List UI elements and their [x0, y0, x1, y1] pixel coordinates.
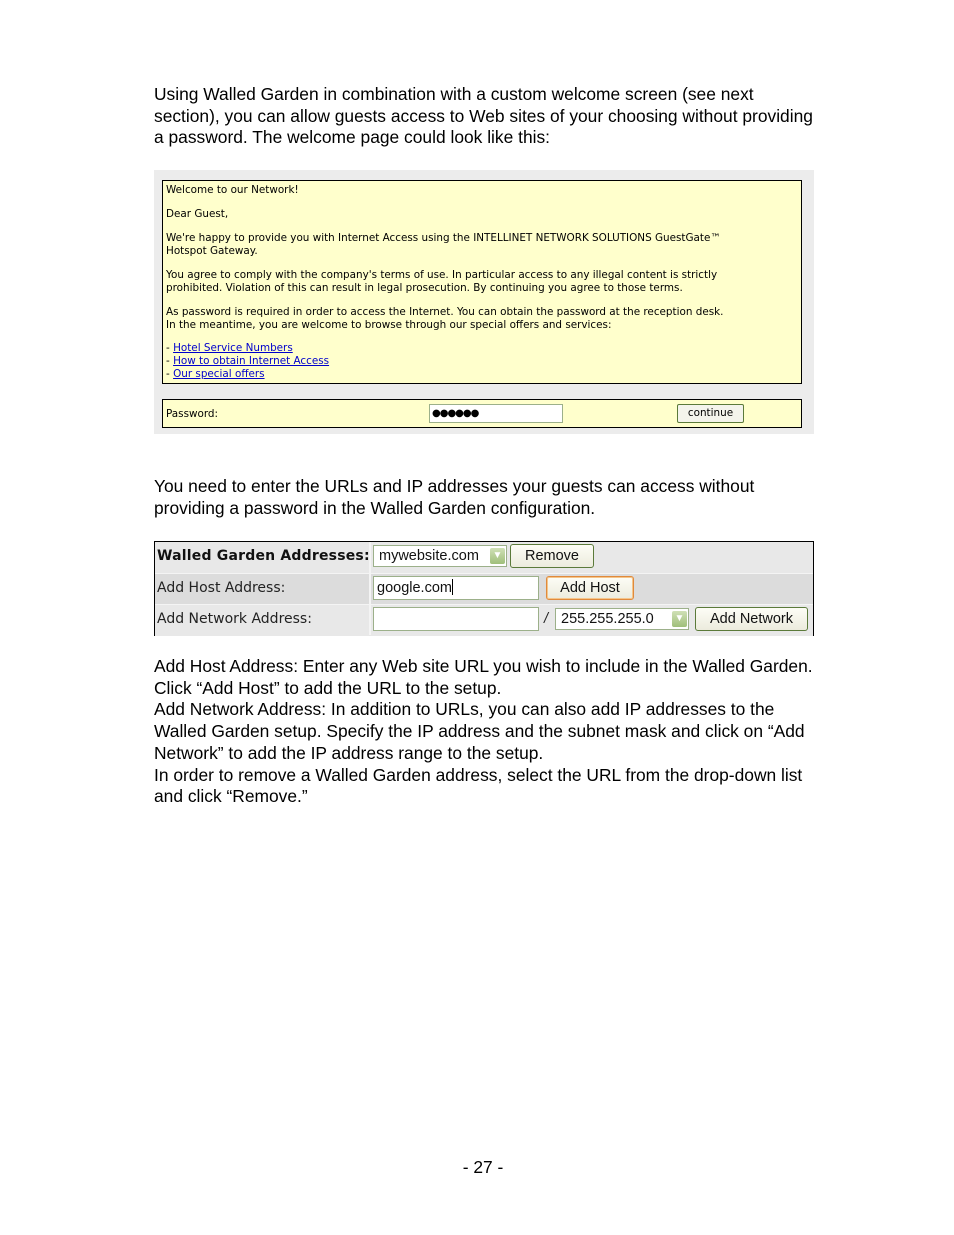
walled-garden-config-table: Walled Garden Addresses: mywebsite.com ▼… — [154, 541, 814, 636]
add-host-button[interactable]: Add Host — [546, 576, 634, 600]
subnet-separator: / — [544, 611, 549, 627]
hotel-service-numbers-link[interactable]: Hotel Service Numbers — [173, 342, 293, 354]
welcome-links-list: - Hotel Service Numbers - How to obtain … — [166, 342, 798, 381]
intro-paragraph: Using Walled Garden in combination with … — [154, 84, 813, 148]
add-host-row: Add Host Address: google.com Add Host — [155, 573, 813, 605]
text-cursor — [451, 579, 453, 595]
welcome-heading: Welcome to our Network! — [166, 184, 299, 196]
welcome-body-password: As password is required in order to acce… — [166, 306, 724, 331]
link-bullet: - — [166, 368, 174, 380]
host-address-input[interactable]: google.com — [373, 576, 539, 600]
add-network-label: Add Network Address: — [157, 611, 312, 627]
network-address-input[interactable] — [373, 607, 539, 631]
list-item: - Our special offers — [166, 368, 798, 381]
selected-subnet-mask: 255.255.255.0 — [561, 611, 654, 627]
walled-garden-addresses-row: Walled Garden Addresses: mywebsite.com ▼… — [155, 542, 813, 573]
obtain-internet-access-link[interactable]: How to obtain Internet Access — [173, 355, 329, 367]
welcome-message-box: Welcome to our Network! Dear Guest, We'r… — [162, 180, 802, 384]
chevron-down-icon[interactable]: ▼ — [672, 611, 687, 627]
welcome-screen-screenshot: Welcome to our Network! Dear Guest, We'r… — [154, 170, 814, 434]
instructions-paragraph: Add Host Address: Enter any Web site URL… — [154, 656, 813, 807]
walled-garden-addresses-label: Walled Garden Addresses: — [157, 548, 370, 564]
welcome-body-intro: We're happy to provide you with Internet… — [166, 232, 721, 257]
selected-address: mywebsite.com — [379, 548, 479, 564]
add-host-label: Add Host Address: — [157, 580, 286, 596]
continue-button[interactable]: continue — [677, 404, 744, 423]
link-bullet: - — [166, 342, 174, 354]
special-offers-link[interactable]: Our special offers — [173, 368, 265, 380]
walled-garden-addresses-select[interactable]: mywebsite.com ▼ — [373, 545, 507, 567]
welcome-body-terms: You agree to comply with the company's t… — [166, 269, 718, 294]
password-row: Password: ●●●●●● continue — [162, 399, 802, 428]
chevron-down-icon[interactable]: ▼ — [490, 548, 505, 564]
list-item: - Hotel Service Numbers — [166, 342, 798, 355]
page-number: - 27 - — [462, 1157, 504, 1177]
host-address-value: google.com — [377, 580, 452, 596]
link-bullet: - — [166, 355, 174, 367]
add-network-button[interactable]: Add Network — [695, 607, 808, 631]
subnet-mask-select[interactable]: 255.255.255.0 ▼ — [555, 608, 689, 630]
config-intro-paragraph: You need to enter the URLs and IP addres… — [154, 476, 755, 518]
column-divider — [369, 542, 371, 635]
welcome-greeting: Dear Guest, — [166, 208, 229, 220]
list-item: - How to obtain Internet Access — [166, 355, 798, 368]
password-label: Password: — [166, 408, 219, 420]
add-network-row: Add Network Address: / 255.255.255.0 ▼ A… — [155, 604, 813, 636]
remove-button[interactable]: Remove — [510, 544, 594, 568]
password-input[interactable]: ●●●●●● — [429, 404, 563, 423]
